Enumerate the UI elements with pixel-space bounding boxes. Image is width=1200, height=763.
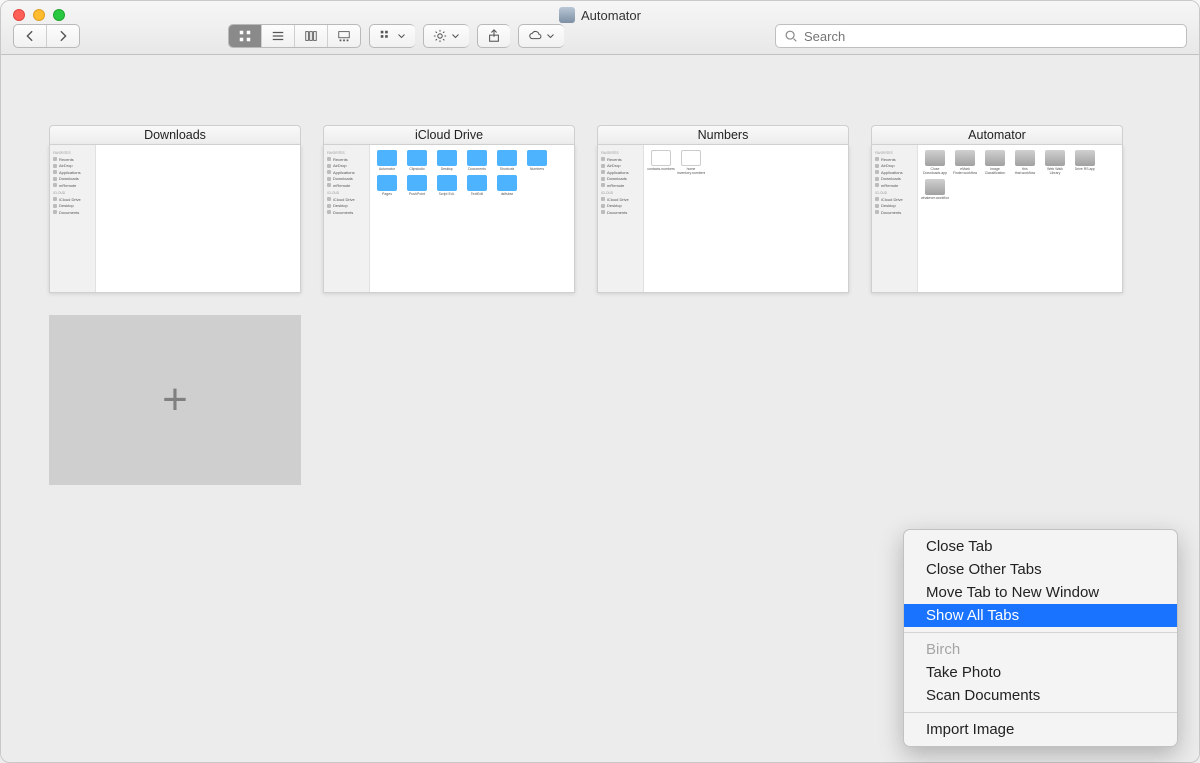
- mini-main: contacts.numbershome inventory.numbers: [644, 145, 848, 292]
- context-menu: Close TabClose Other TabsMove Tab to New…: [903, 529, 1178, 747]
- mini-main: AutomatorClipstudioDesktopDocumentsShort…: [370, 145, 574, 292]
- new-tab-button[interactable]: +: [49, 315, 301, 485]
- menu-item: Birch: [904, 638, 1177, 661]
- view-list-button[interactable]: [262, 25, 295, 47]
- mini-main: Close Downloads.appeMark Finder.workflow…: [918, 145, 1122, 292]
- window-title: Automator: [559, 7, 641, 23]
- chevron-down-icon: [397, 29, 406, 43]
- titlebar: Automator: [1, 1, 1199, 55]
- zoom-window-button[interactable]: [53, 9, 65, 21]
- group-by-button[interactable]: [369, 24, 415, 48]
- tab-title: Numbers: [597, 125, 849, 145]
- forward-button[interactable]: [47, 25, 79, 47]
- tags-button[interactable]: [518, 24, 564, 48]
- tab-preview: FAVORITESRecentsAirDropApplicationsDownl…: [49, 145, 301, 293]
- menu-item[interactable]: Show All Tabs: [904, 604, 1177, 627]
- tab-title: Automator: [871, 125, 1123, 145]
- action-button[interactable]: [423, 24, 469, 48]
- list-icon: [271, 29, 285, 43]
- menu-separator: [904, 632, 1177, 633]
- grid-small-icon: [379, 29, 393, 43]
- view-mode-buttons: [228, 24, 361, 48]
- menu-item[interactable]: Close Tab: [904, 535, 1177, 558]
- view-column-button[interactable]: [295, 25, 328, 47]
- back-button[interactable]: [14, 25, 47, 47]
- menu-item[interactable]: Close Other Tabs: [904, 558, 1177, 581]
- share-icon: [487, 29, 501, 43]
- view-icon-button[interactable]: [229, 25, 262, 47]
- tab-preview: FAVORITESRecentsAirDropApplicationsDownl…: [323, 145, 575, 293]
- chevron-down-icon: [546, 29, 555, 43]
- traffic-lights: [13, 9, 65, 21]
- tab-thumbnail-numbers[interactable]: Numbers FAVORITESRecentsAirDropApplicati…: [597, 125, 849, 293]
- window-title-text: Automator: [581, 8, 641, 23]
- mini-main: [96, 145, 300, 292]
- mini-sidebar: FAVORITESRecentsAirDropApplicationsDownl…: [872, 145, 918, 292]
- tab-preview: FAVORITESRecentsAirDropApplicationsDownl…: [871, 145, 1123, 293]
- tab-thumbnail-automator[interactable]: Automator FAVORITESRecentsAirDropApplica…: [871, 125, 1123, 293]
- search-input[interactable]: [804, 29, 1178, 44]
- tab-grid: Downloads FAVORITESRecentsAirDropApplica…: [49, 125, 1151, 485]
- chevron-down-icon: [451, 29, 460, 43]
- columns-icon: [304, 29, 318, 43]
- tab-title: Downloads: [49, 125, 301, 145]
- menu-item[interactable]: Import Image: [904, 718, 1177, 741]
- mini-sidebar: FAVORITESRecentsAirDropApplicationsDownl…: [598, 145, 644, 292]
- search-field[interactable]: [775, 24, 1187, 48]
- view-gallery-button[interactable]: [328, 25, 360, 47]
- gear-icon: [433, 29, 447, 43]
- tab-thumbnail-downloads[interactable]: Downloads FAVORITESRecentsAirDropApplica…: [49, 125, 301, 293]
- tab-title: iCloud Drive: [323, 125, 575, 145]
- plus-icon: +: [162, 375, 188, 425]
- mini-sidebar: FAVORITESRecentsAirDropApplicationsDownl…: [50, 145, 96, 292]
- nav-buttons: [13, 24, 80, 48]
- gallery-icon: [337, 29, 351, 43]
- menu-item[interactable]: Scan Documents: [904, 684, 1177, 707]
- toolbar: [13, 24, 1187, 48]
- chevron-right-icon: [56, 29, 70, 43]
- mini-sidebar: FAVORITESRecentsAirDropApplicationsDownl…: [324, 145, 370, 292]
- search-icon: [784, 29, 798, 43]
- menu-separator: [904, 712, 1177, 713]
- menu-item[interactable]: Move Tab to New Window: [904, 581, 1177, 604]
- menu-item[interactable]: Take Photo: [904, 661, 1177, 684]
- automator-icon: [559, 7, 575, 23]
- chevron-left-icon: [23, 29, 37, 43]
- tab-preview: FAVORITESRecentsAirDropApplicationsDownl…: [597, 145, 849, 293]
- tab-thumbnail-icloud-drive[interactable]: iCloud Drive FAVORITESRecentsAirDropAppl…: [323, 125, 575, 293]
- cloud-icon: [528, 29, 542, 43]
- close-window-button[interactable]: [13, 9, 25, 21]
- share-button[interactable]: [477, 24, 510, 48]
- minimize-window-button[interactable]: [33, 9, 45, 21]
- grid-icon: [238, 29, 252, 43]
